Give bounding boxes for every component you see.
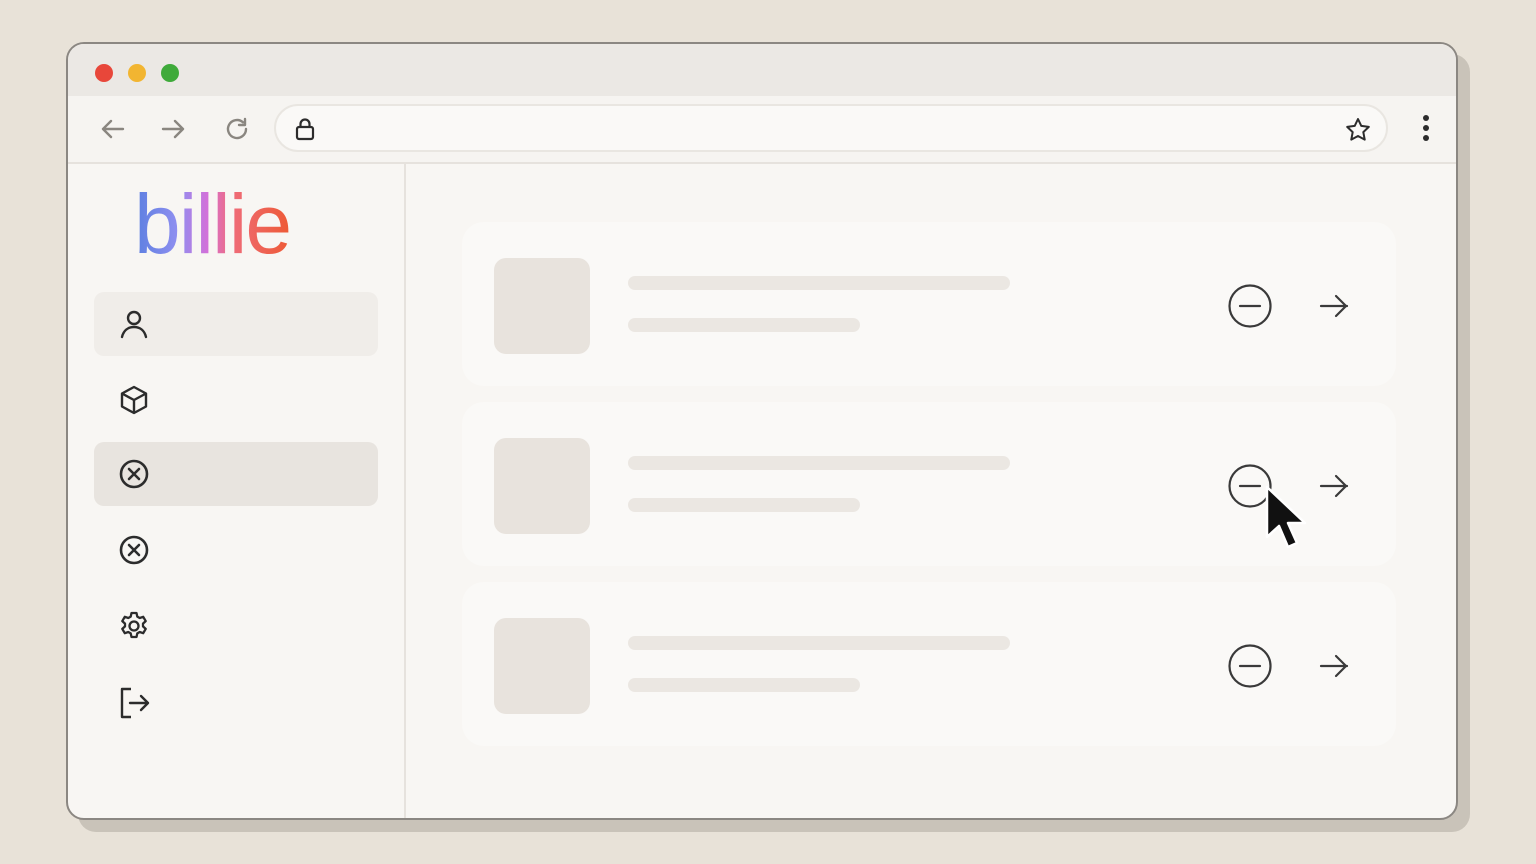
sidebar-item-box[interactable]	[94, 368, 378, 432]
more-vertical-icon[interactable]	[1422, 114, 1430, 142]
arrow-right-icon	[161, 119, 185, 139]
mouse-pointer-icon	[1265, 485, 1307, 549]
list-item	[462, 222, 1396, 386]
address-bar[interactable]	[274, 104, 1388, 152]
sidebar-item-cancelled[interactable]	[94, 518, 378, 582]
list-item	[462, 582, 1396, 746]
subtitle-placeholder	[628, 318, 860, 332]
reload-button[interactable]	[222, 114, 252, 144]
forward-button[interactable]	[158, 114, 188, 144]
browser-window: billie	[66, 42, 1458, 820]
x-circle-icon	[119, 459, 149, 489]
subtitle-placeholder	[628, 498, 860, 512]
box-icon	[120, 385, 148, 415]
browser-toolbar	[68, 96, 1456, 164]
arrow-right-icon[interactable]	[1318, 292, 1350, 320]
back-button[interactable]	[98, 114, 128, 144]
thumbnail-placeholder	[494, 618, 590, 714]
close-window-button[interactable]	[95, 64, 113, 82]
logout-icon	[120, 687, 150, 719]
minus-circle-icon[interactable]	[1228, 644, 1272, 688]
arrow-right-icon[interactable]	[1318, 472, 1350, 500]
logo-text: billie	[134, 177, 292, 271]
minus-circle-icon[interactable]	[1228, 284, 1272, 328]
arrow-left-icon	[101, 119, 125, 139]
list-item	[462, 402, 1396, 566]
reload-icon	[226, 117, 248, 140]
maximize-window-button[interactable]	[161, 64, 179, 82]
user-icon	[120, 310, 148, 339]
sidebar-item-logout[interactable]	[94, 670, 378, 734]
sidebar-item-settings[interactable]	[94, 594, 378, 658]
minimize-window-button[interactable]	[128, 64, 146, 82]
star-icon[interactable]	[1344, 116, 1372, 144]
x-circle-icon	[119, 535, 149, 565]
title-placeholder	[628, 456, 1010, 470]
subtitle-placeholder	[628, 678, 860, 692]
title-placeholder	[628, 636, 1010, 650]
sidebar: billie	[68, 162, 406, 818]
gear-icon	[121, 611, 147, 639]
sidebar-item-cancelled-selected[interactable]	[94, 442, 378, 506]
arrow-right-icon[interactable]	[1318, 652, 1350, 680]
title-bar	[68, 44, 1456, 96]
lock-icon	[295, 118, 315, 141]
thumbnail-placeholder	[494, 258, 590, 354]
title-placeholder	[628, 276, 1010, 290]
billie-logo: billie	[134, 177, 292, 271]
thumbnail-placeholder	[494, 438, 590, 534]
sidebar-item-user[interactable]	[94, 292, 378, 356]
